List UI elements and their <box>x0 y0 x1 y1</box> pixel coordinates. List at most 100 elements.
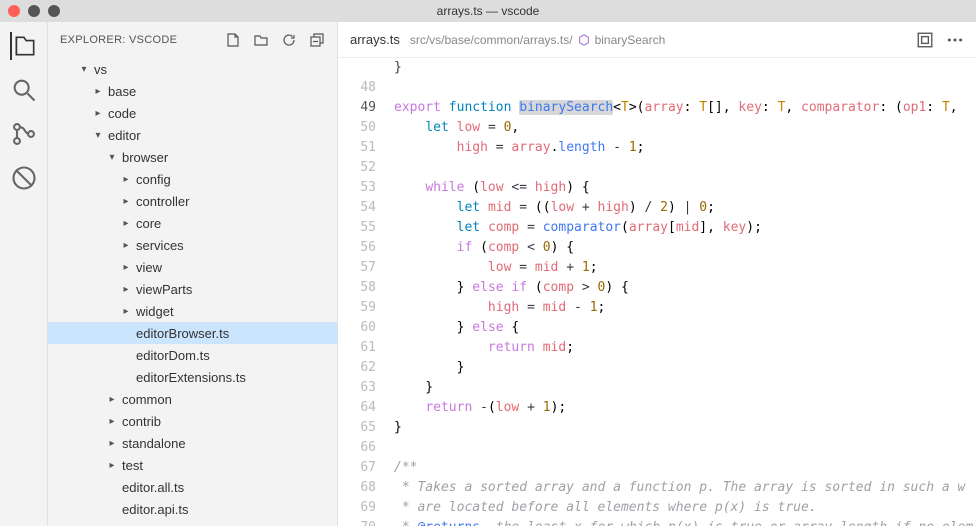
code-content[interactable] <box>394 78 976 98</box>
chevron-right-icon[interactable]: ▸ <box>104 416 120 427</box>
debug-icon[interactable] <box>10 164 38 192</box>
code-content[interactable]: * @returns the least x for which p(x) is… <box>394 518 976 526</box>
chevron-right-icon[interactable]: ▸ <box>90 108 106 119</box>
explorer-icon[interactable] <box>10 32 38 60</box>
folder-item[interactable]: ▸standalone <box>48 432 337 454</box>
chevron-right-icon[interactable]: ▸ <box>104 438 120 449</box>
minimize-window-button[interactable] <box>28 5 40 17</box>
code-line[interactable]: } <box>338 58 976 78</box>
code-line[interactable]: 65} <box>338 418 976 438</box>
refresh-icon[interactable] <box>281 32 297 48</box>
code-line[interactable]: 59 high = mid - 1; <box>338 298 976 318</box>
folder-item[interactable]: ▾editor <box>48 124 337 146</box>
chevron-down-icon[interactable]: ▾ <box>104 152 120 163</box>
close-window-button[interactable] <box>8 5 20 17</box>
code-content[interactable] <box>394 438 976 458</box>
folder-item[interactable]: ▸test <box>48 454 337 476</box>
folder-item[interactable]: ▸services <box>48 234 337 256</box>
code-line[interactable]: 70 * @returns the least x for which p(x)… <box>338 518 976 526</box>
code-content[interactable]: * are located before all elements where … <box>394 498 976 518</box>
breadcrumb-path[interactable]: src/vs/base/common/arrays.ts/ <box>410 33 573 47</box>
folder-item[interactable]: ▸core <box>48 212 337 234</box>
folder-item[interactable]: ▾vs <box>48 58 337 80</box>
code-line[interactable]: 69 * are located before all elements whe… <box>338 498 976 518</box>
chevron-down-icon[interactable]: ▾ <box>76 64 92 75</box>
file-tree[interactable]: ▾vs▸base▸code▾editor▾browser▸config▸cont… <box>48 58 337 526</box>
code-line[interactable]: 66 <box>338 438 976 458</box>
code-content[interactable]: while (low <= high) { <box>394 178 976 198</box>
code-content[interactable]: high = array.length - 1; <box>394 138 976 158</box>
search-icon[interactable] <box>10 76 38 104</box>
more-actions-icon[interactable] <box>946 31 964 49</box>
breadcrumb[interactable]: src/vs/base/common/arrays.ts/ binarySear… <box>410 33 665 47</box>
folder-item[interactable]: ▸controller <box>48 190 337 212</box>
chevron-right-icon[interactable]: ▸ <box>118 262 134 273</box>
code-content[interactable]: /** <box>394 458 976 478</box>
file-item[interactable]: editorDom.ts <box>48 344 337 366</box>
folder-item[interactable]: ▾browser <box>48 146 337 168</box>
open-changes-icon[interactable] <box>916 31 934 49</box>
code-line[interactable]: 50 let low = 0, <box>338 118 976 138</box>
code-content[interactable]: let comp = comparator(array[mid], key); <box>394 218 976 238</box>
code-line[interactable]: 48 <box>338 78 976 98</box>
code-content[interactable]: } <box>394 418 976 438</box>
folder-item[interactable]: ▸view <box>48 256 337 278</box>
folder-item[interactable]: ▸widget <box>48 300 337 322</box>
folder-item[interactable]: ▸viewParts <box>48 278 337 300</box>
editor-tab[interactable]: arrays.ts <box>350 32 400 47</box>
new-folder-icon[interactable] <box>253 32 269 48</box>
code-line[interactable]: 49export function binarySearch<T>(array:… <box>338 98 976 118</box>
code-line[interactable]: 68 * Takes a sorted array and a function… <box>338 478 976 498</box>
code-editor[interactable]: }48 49export function binarySearch<T>(ar… <box>338 58 976 526</box>
code-line[interactable]: 54 let mid = ((low + high) / 2) | 0; <box>338 198 976 218</box>
file-item[interactable]: editor.all.ts <box>48 476 337 498</box>
file-item[interactable]: editorExtensions.ts <box>48 366 337 388</box>
code-content[interactable]: return mid; <box>394 338 976 358</box>
chevron-right-icon[interactable]: ▸ <box>104 460 120 471</box>
code-line[interactable]: 51 high = array.length - 1; <box>338 138 976 158</box>
code-line[interactable]: 55 let comp = comparator(array[mid], key… <box>338 218 976 238</box>
code-line[interactable]: 57 low = mid + 1; <box>338 258 976 278</box>
code-line[interactable]: 64 return -(low + 1); <box>338 398 976 418</box>
code-content[interactable]: return -(low + 1); <box>394 398 976 418</box>
code-content[interactable]: } <box>394 58 976 78</box>
code-content[interactable]: export function binarySearch<T>(array: T… <box>394 98 976 118</box>
collapse-all-icon[interactable] <box>309 32 325 48</box>
code-line[interactable]: 61 return mid; <box>338 338 976 358</box>
maximize-window-button[interactable] <box>48 5 60 17</box>
code-line[interactable]: 58 } else if (comp > 0) { <box>338 278 976 298</box>
new-file-icon[interactable] <box>225 32 241 48</box>
chevron-right-icon[interactable]: ▸ <box>90 86 106 97</box>
code-line[interactable]: 56 if (comp < 0) { <box>338 238 976 258</box>
code-line[interactable]: 52 <box>338 158 976 178</box>
code-content[interactable]: } <box>394 378 976 398</box>
folder-item[interactable]: ▸code <box>48 102 337 124</box>
code-line[interactable]: 60 } else { <box>338 318 976 338</box>
code-line[interactable]: 53 while (low <= high) { <box>338 178 976 198</box>
code-line[interactable]: 63 } <box>338 378 976 398</box>
code-content[interactable]: * Takes a sorted array and a function p.… <box>394 478 976 498</box>
code-content[interactable]: let mid = ((low + high) / 2) | 0; <box>394 198 976 218</box>
code-content[interactable]: if (comp < 0) { <box>394 238 976 258</box>
folder-item[interactable]: ▸base <box>48 80 337 102</box>
code-content[interactable]: let low = 0, <box>394 118 976 138</box>
chevron-right-icon[interactable]: ▸ <box>118 174 134 185</box>
code-line[interactable]: 67/** <box>338 458 976 478</box>
code-line[interactable]: 62 } <box>338 358 976 378</box>
chevron-right-icon[interactable]: ▸ <box>118 240 134 251</box>
chevron-right-icon[interactable]: ▸ <box>118 218 134 229</box>
file-item[interactable]: editor.main.ts <box>48 520 337 526</box>
code-content[interactable]: } <box>394 358 976 378</box>
file-item[interactable]: editor.api.ts <box>48 498 337 520</box>
code-content[interactable] <box>394 158 976 178</box>
breadcrumb-symbol[interactable]: binarySearch <box>595 33 666 47</box>
file-item[interactable]: editorBrowser.ts <box>48 322 337 344</box>
chevron-right-icon[interactable]: ▸ <box>118 196 134 207</box>
folder-item[interactable]: ▸contrib <box>48 410 337 432</box>
folder-item[interactable]: ▸common <box>48 388 337 410</box>
folder-item[interactable]: ▸config <box>48 168 337 190</box>
chevron-right-icon[interactable]: ▸ <box>118 306 134 317</box>
code-content[interactable]: } else { <box>394 318 976 338</box>
chevron-down-icon[interactable]: ▾ <box>90 130 106 141</box>
chevron-right-icon[interactable]: ▸ <box>118 284 134 295</box>
